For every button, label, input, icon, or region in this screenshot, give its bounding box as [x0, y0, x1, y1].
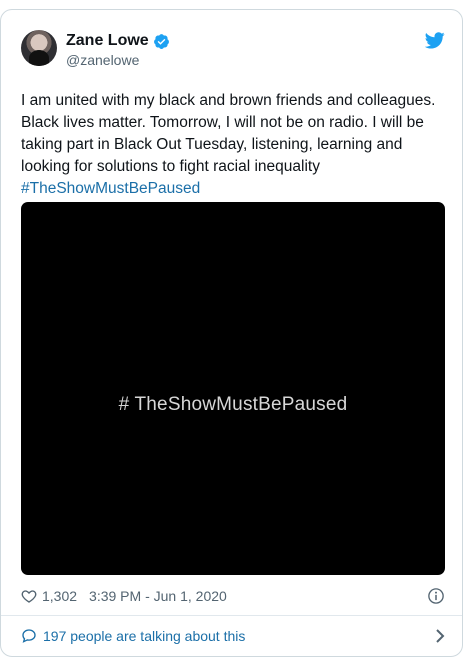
twitter-bird-icon[interactable]: [425, 32, 445, 49]
divider: [1, 615, 462, 616]
tweet-header: Zane Lowe @zanelowe: [21, 30, 445, 70]
author-handle[interactable]: @zanelowe: [66, 51, 139, 69]
tweet-body: I am united with my black and brown frie…: [21, 92, 436, 175]
author-name-row[interactable]: Zane Lowe: [66, 31, 170, 51]
tweet-media[interactable]: # TheShowMustBePaused: [21, 202, 445, 575]
heart-icon[interactable]: [21, 588, 37, 604]
tweet-card: Zane Lowe @zanelowe I am united with my …: [0, 9, 463, 657]
speech-bubble-icon: [22, 629, 36, 643]
tweet-meta: 1,302 3:39 PM - Jun 1, 2020: [21, 585, 445, 607]
author-name[interactable]: Zane Lowe: [66, 31, 149, 51]
avatar[interactable]: [21, 30, 57, 66]
timestamp[interactable]: 3:39 PM - Jun 1, 2020: [89, 588, 227, 604]
conversation-link[interactable]: 197 people are talking about this: [21, 622, 445, 650]
hashtag-link[interactable]: #TheShowMustBePaused: [21, 180, 200, 197]
like-count[interactable]: 1,302: [42, 588, 77, 604]
conversation-link-label[interactable]: 197 people are talking about this: [43, 628, 245, 644]
chevron-right-icon[interactable]: [435, 629, 445, 643]
tweet-text: I am united with my black and brown frie…: [21, 90, 445, 200]
info-icon[interactable]: [427, 587, 445, 605]
verified-badge-icon: [153, 33, 169, 49]
media-caption: # TheShowMustBePaused: [118, 394, 348, 415]
